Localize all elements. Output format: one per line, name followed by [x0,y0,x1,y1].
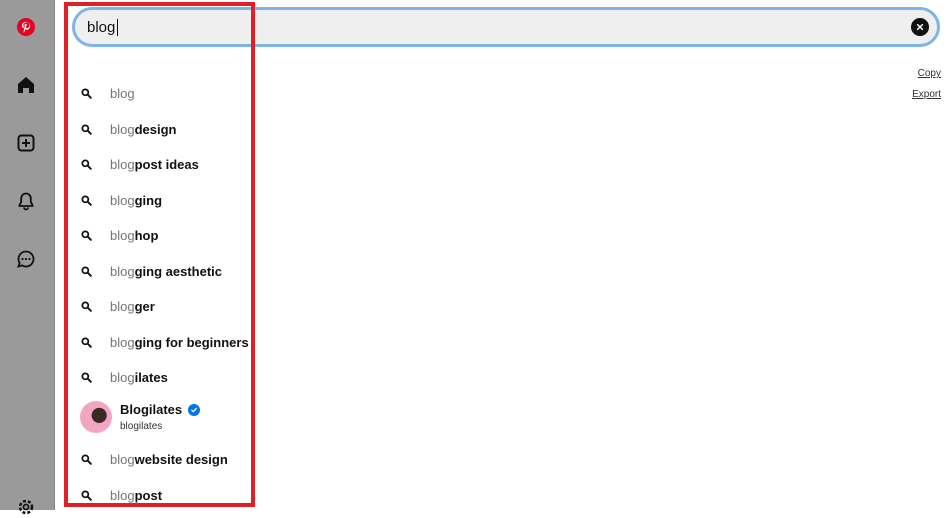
suggestion-completion-text: ging [134,192,163,208]
suggestion-completion-text: website design [134,451,228,467]
settings-gear-icon[interactable] [15,496,37,518]
suggestion-typed-text: blog [110,85,135,101]
suggestion-item[interactable]: blog post [72,484,162,506]
pinterest-logo-icon[interactable] [15,16,37,38]
suggestion-typed-text: blog [110,298,135,314]
home-icon[interactable] [15,74,37,96]
search-icon [81,86,95,100]
search-icon [81,488,95,502]
suggestion-completion-text: post ideas [134,156,199,172]
profile-handle: blogilates [120,421,163,432]
search-bar[interactable] [72,7,940,47]
search-icon [81,335,95,349]
suggestion-completion-text: ger [134,298,155,314]
search-icon [81,228,95,242]
suggestion-typed-text: blog [110,369,135,385]
suggestion-item[interactable]: blog [72,82,135,104]
suggestion-typed-text: blog [110,334,135,350]
notifications-bell-icon[interactable] [15,190,37,212]
suggestion-completion-text: ilates [134,369,168,385]
suggestion-item[interactable]: blog ging for beginners [72,331,249,353]
suggestion-completion-text: ging aesthetic [134,263,222,279]
search-icon [81,370,95,384]
export-link[interactable]: Export [912,89,941,100]
copy-link[interactable]: Copy [918,68,941,79]
suggestion-item[interactable]: blog design [72,118,176,140]
suggestion-completion-text: design [134,121,177,137]
profile-suggestion[interactable]: Blogilates blogilates [80,401,260,435]
suggestion-typed-text: blog [110,192,135,208]
search-icon [81,193,95,207]
search-icon [81,157,95,171]
create-plus-icon[interactable] [15,132,37,154]
suggestion-typed-text: blog [110,451,135,467]
text-caret [117,19,118,36]
suggestion-item[interactable]: blog ging [72,189,162,211]
suggestion-typed-text: blog [110,121,135,137]
search-icon [81,264,95,278]
suggestion-typed-text: blog [110,263,135,279]
left-sidebar [0,0,55,515]
suggestion-item[interactable]: blog ger [72,295,155,317]
suggestion-typed-text: blog [110,487,135,503]
search-icon [81,299,95,313]
verified-badge-icon [188,404,200,416]
suggestion-typed-text: blog [110,156,135,172]
suggestion-completion-text: hop [134,227,159,243]
suggestion-item[interactable]: blog ging aesthetic [72,260,222,282]
suggestion-completion-text: post [134,487,163,503]
suggestion-item[interactable]: blog post ideas [72,153,199,175]
search-icon [81,122,95,136]
profile-name: Blogilates [120,402,183,417]
suggestion-typed-text: blog [110,227,135,243]
avatar [80,401,112,433]
messages-chat-icon[interactable] [15,248,37,270]
search-input[interactable] [87,10,867,44]
close-icon[interactable] [911,18,929,36]
suggestion-item[interactable]: blog hop [72,224,158,246]
suggestion-item[interactable]: blog website design [72,448,228,470]
suggestion-completion-text: ging for beginners [134,334,249,350]
suggestion-item[interactable]: blog ilates [72,366,168,388]
search-icon [81,452,95,466]
